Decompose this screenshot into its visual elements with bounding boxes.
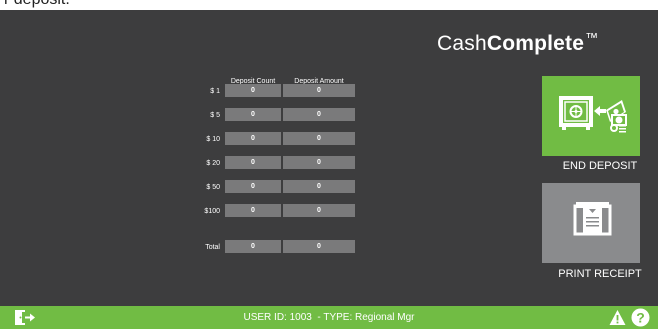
brand-logo: CashComplete™ xyxy=(437,30,598,56)
amount-field: 0 xyxy=(283,132,355,145)
cut-off-instruction-text: r deposit. xyxy=(4,0,70,9)
exit-door-icon[interactable] xyxy=(14,309,36,326)
denomination-label: $ 10 xyxy=(206,136,220,143)
safe-deposit-icon xyxy=(559,96,627,133)
amount-field: 0 xyxy=(283,84,355,97)
denomination-label: $ 20 xyxy=(206,160,220,167)
warning-icon[interactable] xyxy=(609,309,626,326)
denomination-label: $ 1 xyxy=(210,88,220,95)
footer-status-bar: USER ID: 1003 - TYPE: Regional Mgr ? xyxy=(0,306,658,329)
denomination-label: $ 5 xyxy=(210,112,220,119)
total-label: Total xyxy=(205,244,220,251)
total-count-field: 0 xyxy=(225,240,281,253)
count-field: 0 xyxy=(225,108,281,121)
count-field: 0 xyxy=(225,84,281,97)
count-field: 0 xyxy=(225,156,281,169)
count-field: 0 xyxy=(225,204,281,217)
count-field: 0 xyxy=(225,132,281,145)
amount-field: 0 xyxy=(283,156,355,169)
brand-bold: Complete xyxy=(486,32,585,55)
amount-field: 0 xyxy=(283,180,355,193)
print-receipt-button[interactable] xyxy=(542,183,640,263)
receipt-printer-icon xyxy=(573,202,612,236)
total-amount-field: 0 xyxy=(283,240,355,253)
amount-field: 0 xyxy=(283,204,355,217)
print-receipt-label: PRINT RECEIPT xyxy=(558,268,642,280)
brand-trademark: ™ xyxy=(585,30,599,45)
denomination-label: $ 50 xyxy=(206,184,220,191)
help-icon[interactable]: ? xyxy=(631,308,650,327)
svg-text:?: ? xyxy=(636,310,645,326)
main-panel: CashComplete™ Deposit Count Deposit Amou… xyxy=(0,10,658,306)
top-strip: r deposit. xyxy=(0,0,658,10)
end-deposit-label: END DEPOSIT xyxy=(562,160,638,172)
denomination-label: $100 xyxy=(204,208,220,215)
amount-field: 0 xyxy=(283,108,355,121)
end-deposit-button[interactable] xyxy=(542,76,640,156)
brand-light: Cash xyxy=(437,32,487,55)
user-status-text: USER ID: 1003 - TYPE: Regional Mgr xyxy=(243,312,415,323)
count-field: 0 xyxy=(225,180,281,193)
